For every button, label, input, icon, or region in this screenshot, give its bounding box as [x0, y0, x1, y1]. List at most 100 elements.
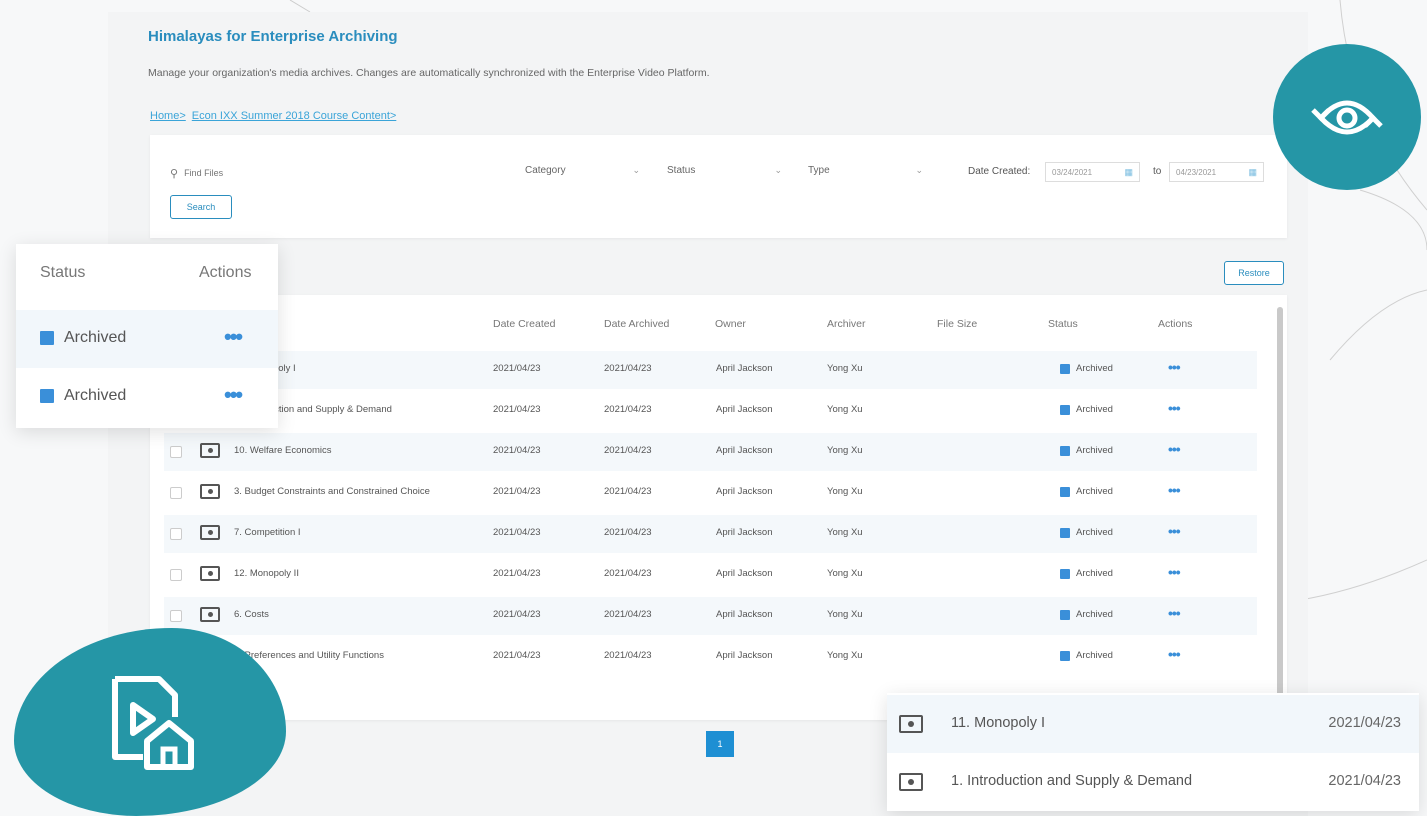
zoom-file-name: 1. Introduction and Supply & Demand: [951, 773, 1193, 789]
category-dropdown[interactable]: Category ⌄: [525, 165, 640, 176]
table-row[interactable]: 12. Monopoly II 2021/04/23 2021/04/23 April…: [164, 556, 1257, 594]
date-created: 2021/04/23: [493, 609, 541, 620]
date-created: 2021/04/23: [493, 527, 541, 538]
scrollbar-thumb[interactable]: [1277, 307, 1283, 697]
file-name[interactable]: 7. Competition I: [234, 527, 301, 538]
more-dots-icon[interactable]: •••: [1168, 605, 1181, 621]
table-row[interactable]: 6. Costs 2021/04/23 2021/04/23 April Jackso…: [164, 597, 1257, 635]
table-row[interactable]: 2. Preferences and Utility Functions 2021…: [164, 638, 1257, 676]
row-checkbox[interactable]: [170, 446, 182, 458]
zoom-status-panel: Status Actions Archived ••• Archived •••: [16, 244, 278, 428]
col-date-archived[interactable]: Date Archived: [604, 318, 669, 330]
app-title: Himalayas for Enterprise Archiving: [148, 28, 398, 45]
file-home-badge: [14, 628, 286, 816]
row-checkbox[interactable]: [170, 528, 182, 540]
status-text: Archived: [1076, 445, 1113, 456]
archiver: Yong Xu: [827, 568, 863, 579]
col-owner[interactable]: Owner: [715, 318, 746, 330]
date-archived: 2021/04/23: [604, 568, 652, 579]
archiver: Yong Xu: [827, 404, 863, 415]
type-dropdown[interactable]: Type ⌄: [808, 165, 923, 176]
archiver: Yong Xu: [827, 363, 863, 374]
sync-eye-icon: [1311, 100, 1383, 135]
archived-icon: [1060, 568, 1070, 579]
file-name[interactable]: 10. Welfare Economics: [234, 445, 332, 456]
date-from-field[interactable]: 03/24/2021 ▦: [1045, 162, 1140, 182]
status-text: Archived: [1076, 527, 1113, 538]
more-dots-icon[interactable]: •••: [1168, 359, 1181, 375]
calendar-icon[interactable]: ▦: [1248, 167, 1257, 178]
table-row[interactable]: 1. Introduction and Supply & Demand 2021/…: [164, 392, 1257, 430]
table-row[interactable]: 11. Monopoly I2021/04/232021/04/23April …: [164, 351, 1257, 389]
row-checkbox[interactable]: [170, 569, 182, 581]
archived-icon: [40, 389, 54, 403]
more-dots-icon[interactable]: •••: [1168, 441, 1181, 457]
video-file-icon: [200, 607, 220, 622]
status-text: Archived: [1076, 568, 1113, 579]
video-file-home-icon: [112, 676, 194, 770]
more-dots-icon[interactable]: •••: [1168, 564, 1181, 580]
row-checkbox[interactable]: [170, 487, 182, 499]
category-label: Category: [525, 165, 566, 176]
date-archived: 2021/04/23: [604, 363, 652, 374]
zoom-file-name: 11. Monopoly I: [951, 715, 1046, 731]
to-label: to: [1153, 166, 1162, 177]
date-created: 2021/04/23: [493, 445, 541, 456]
chevron-down-icon: ⌄: [632, 165, 640, 175]
more-dots-icon[interactable]: •••: [224, 324, 243, 350]
col-date-created[interactable]: Date Created: [493, 318, 555, 330]
archived-icon: [1060, 445, 1070, 456]
archived-icon: [1060, 404, 1070, 415]
date-archived: 2021/04/23: [604, 445, 652, 456]
table-row[interactable]: 3. Budget Constraints and Constrained Ch…: [164, 474, 1257, 512]
restore-button[interactable]: Restore: [1224, 261, 1284, 285]
table-row[interactable]: 7. Competition I 2021/04/23 2021/04/23 Apri…: [164, 515, 1257, 553]
col-archiver[interactable]: Archiver: [827, 318, 866, 330]
zoom-file-row[interactable]: 1. Introduction and Supply & Demand 2021…: [887, 753, 1419, 811]
search-button[interactable]: Search: [170, 195, 232, 219]
zoom-file-row[interactable]: 11. Monopoly I 2021/04/23: [887, 695, 1419, 753]
date-created: 2021/04/23: [493, 404, 541, 415]
more-dots-icon[interactable]: •••: [1168, 646, 1181, 662]
zoom-files-panel: 11. Monopoly I 2021/04/23 1. Introductio…: [887, 693, 1419, 811]
date-archived: 2021/04/23: [604, 650, 652, 661]
status-badge: Archived: [1060, 445, 1113, 456]
more-dots-icon[interactable]: •••: [1168, 482, 1181, 498]
row-checkbox[interactable]: [170, 610, 182, 622]
date-created: 2021/04/23: [493, 568, 541, 579]
date-to-field[interactable]: 04/23/2021 ▦: [1169, 162, 1264, 182]
table-row[interactable]: 10. Welfare Economics 2021/04/23 2021/04/2…: [164, 433, 1257, 471]
file-name[interactable]: 2. Preferences and Utility Functions: [234, 650, 384, 661]
status-badge: Archived: [40, 329, 126, 347]
col-status[interactable]: Status: [1048, 318, 1078, 330]
video-file-icon: [200, 443, 220, 458]
zoom-actions-header: Actions: [199, 264, 252, 281]
date-archived: 2021/04/23: [604, 486, 652, 497]
zoom-status-row: Archived •••: [16, 310, 278, 368]
col-actions: Actions: [1158, 318, 1193, 330]
owner: April Jackson: [716, 445, 773, 456]
col-file-size[interactable]: File Size: [937, 318, 977, 330]
calendar-icon[interactable]: ▦: [1124, 167, 1133, 178]
status-badge: Archived: [1060, 609, 1113, 620]
breadcrumb-home[interactable]: Home>: [150, 110, 186, 122]
file-name[interactable]: 6. Costs: [234, 609, 269, 620]
video-file-icon: [200, 484, 220, 499]
search-input[interactable]: [184, 168, 465, 178]
video-file-icon: [899, 715, 923, 733]
status-text: Archived: [64, 387, 127, 404]
file-name[interactable]: 3. Budget Constraints and Constrained Ch…: [234, 486, 430, 497]
more-dots-icon[interactable]: •••: [224, 382, 243, 408]
sync-badge: [1273, 44, 1421, 190]
search-icon: ⚲: [170, 167, 179, 180]
search-field[interactable]: ⚲: [170, 161, 500, 185]
status-text: Archived: [1076, 404, 1113, 415]
breadcrumb-course[interactable]: Econ IXX Summer 2018 Course Content>: [192, 110, 397, 122]
more-dots-icon[interactable]: •••: [1168, 523, 1181, 539]
more-dots-icon[interactable]: •••: [1168, 400, 1181, 416]
file-name[interactable]: 12. Monopoly II: [234, 568, 299, 579]
status-dropdown[interactable]: Status ⌄: [667, 165, 782, 176]
owner: April Jackson: [716, 568, 773, 579]
page-1-button[interactable]: 1: [706, 731, 734, 757]
zoom-file-date: 2021/04/23: [1328, 715, 1401, 731]
